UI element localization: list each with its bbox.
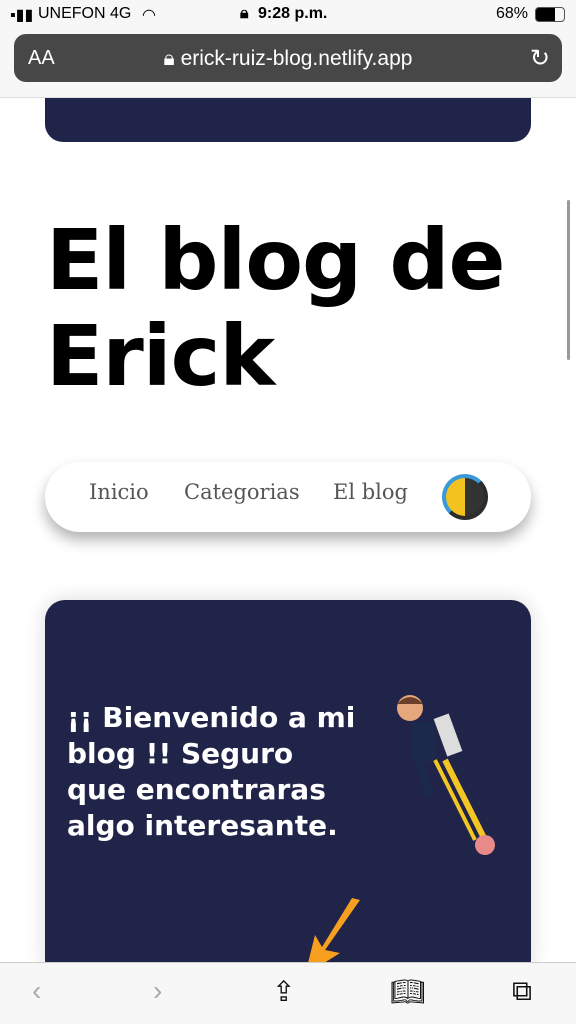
tabs-icon[interactable]: ⧉ xyxy=(512,975,532,1008)
hero-text: ¡¡ Bienvenido a mi blog !! Seguro que en… xyxy=(67,701,356,842)
forward-icon[interactable]: › xyxy=(153,975,162,1007)
page-title: El blog de Erick xyxy=(46,211,506,405)
lock-icon: 🔒︎ xyxy=(240,5,249,22)
wifi-icon: ◠ xyxy=(142,7,156,24)
battery-percent: 68% xyxy=(496,5,529,22)
bookmarks-icon[interactable]: 📖︎ xyxy=(390,975,426,1008)
browser-header: AA 🔒︎ erick-ruiz-blog.netlify.app ↻ xyxy=(0,30,576,98)
back-icon[interactable]: ‹ xyxy=(32,975,41,1007)
theme-toggle-icon[interactable] xyxy=(442,474,488,520)
top-card xyxy=(45,98,531,142)
scrollbar[interactable] xyxy=(567,200,570,360)
nav-inicio[interactable]: Inicio xyxy=(89,480,149,504)
url-text: erick-ruiz-blog.netlify.app xyxy=(180,47,413,70)
nav-bar: Inicio Categorias El blog xyxy=(45,462,531,532)
status-bar: ▪▮▮ UNEFON 4G ◠ 🔒︎ 9:28 p.m. 68% xyxy=(0,0,576,30)
lock-icon: 🔒︎ xyxy=(163,47,181,70)
address-bar[interactable]: AA 🔒︎ erick-ruiz-blog.netlify.app ↻ xyxy=(14,34,562,82)
signal-icon: ▪▮▮ xyxy=(10,7,34,24)
clock: 9:28 p.m. xyxy=(258,5,328,22)
share-icon[interactable]: ⇪ xyxy=(272,975,295,1008)
carrier: UNEFON 4G xyxy=(38,5,132,22)
battery-icon xyxy=(535,7,565,22)
hero-card: ¡¡ Bienvenido a mi blog !! Seguro que en… xyxy=(45,600,531,980)
avatar-jetpack-image xyxy=(397,695,495,855)
browser-toolbar: ‹ › ⇪ 📖︎ ⧉ xyxy=(0,962,576,1024)
nav-categorias[interactable]: Categorias xyxy=(184,480,300,504)
reload-icon[interactable]: ↻ xyxy=(530,44,550,73)
nav-el-blog[interactable]: El blog xyxy=(333,480,408,504)
